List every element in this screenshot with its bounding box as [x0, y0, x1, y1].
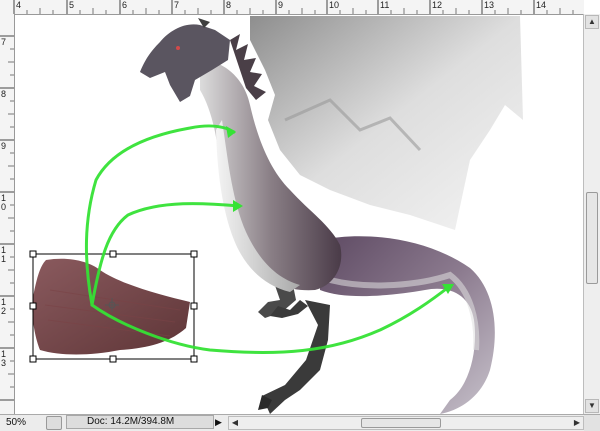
ruler-label: 11: [380, 0, 390, 10]
horizontal-scrollbar[interactable]: ◀ ▶: [228, 416, 584, 430]
ruler-label: 13: [1, 349, 7, 368]
ruler-label: 10: [1, 193, 7, 212]
ruler-label: 7: [1, 37, 7, 47]
document-size-info: Doc: 14.2M/394.8M: [66, 415, 214, 429]
document-canvas[interactable]: [15, 15, 584, 414]
status-menu-arrow-icon[interactable]: ▶: [215, 417, 222, 428]
ruler-label: 12: [432, 0, 443, 10]
ruler-label: 5: [69, 0, 75, 10]
status-bar: 50% Doc: 14.2M/394.8M ▶ ◀ ▶: [0, 414, 600, 431]
ruler-label: 8: [1, 89, 7, 99]
ruler-label: 12: [1, 297, 7, 316]
horizontal-ruler[interactable]: 4 5 6 7 8 9 10 11 12 13 14: [0, 0, 584, 15]
horizontal-ruler-ticks: [13, 0, 574, 14]
window-resize-grip[interactable]: [584, 415, 600, 431]
scroll-right-button[interactable]: ▶: [571, 417, 583, 429]
scroll-left-button[interactable]: ◀: [229, 417, 241, 429]
vertical-scroll-thumb[interactable]: [586, 192, 598, 284]
ruler-label: 9: [1, 141, 7, 151]
ruler-label: 14: [536, 0, 547, 10]
ruler-label: 7: [174, 0, 180, 10]
navigator-icon[interactable]: [46, 416, 62, 430]
ruler-label: 6: [122, 0, 128, 10]
zoom-level[interactable]: 50%: [6, 417, 26, 428]
vertical-ruler[interactable]: 7 8 9 10 11 12 13: [0, 14, 15, 414]
ruler-label: 11: [1, 245, 7, 264]
ruler-label: 4: [16, 0, 22, 10]
scroll-up-button[interactable]: ▲: [585, 15, 599, 29]
vertical-scrollbar[interactable]: ▲ ▼: [583, 14, 600, 414]
dragon-artwork: [29, 16, 523, 414]
ruler-label: 13: [484, 0, 495, 10]
horizontal-scroll-thumb[interactable]: [361, 418, 441, 428]
ruler-label: 9: [278, 0, 284, 10]
ruler-label: 10: [329, 0, 340, 10]
scroll-down-button[interactable]: ▼: [585, 399, 599, 413]
ruler-label: 8: [226, 0, 232, 10]
